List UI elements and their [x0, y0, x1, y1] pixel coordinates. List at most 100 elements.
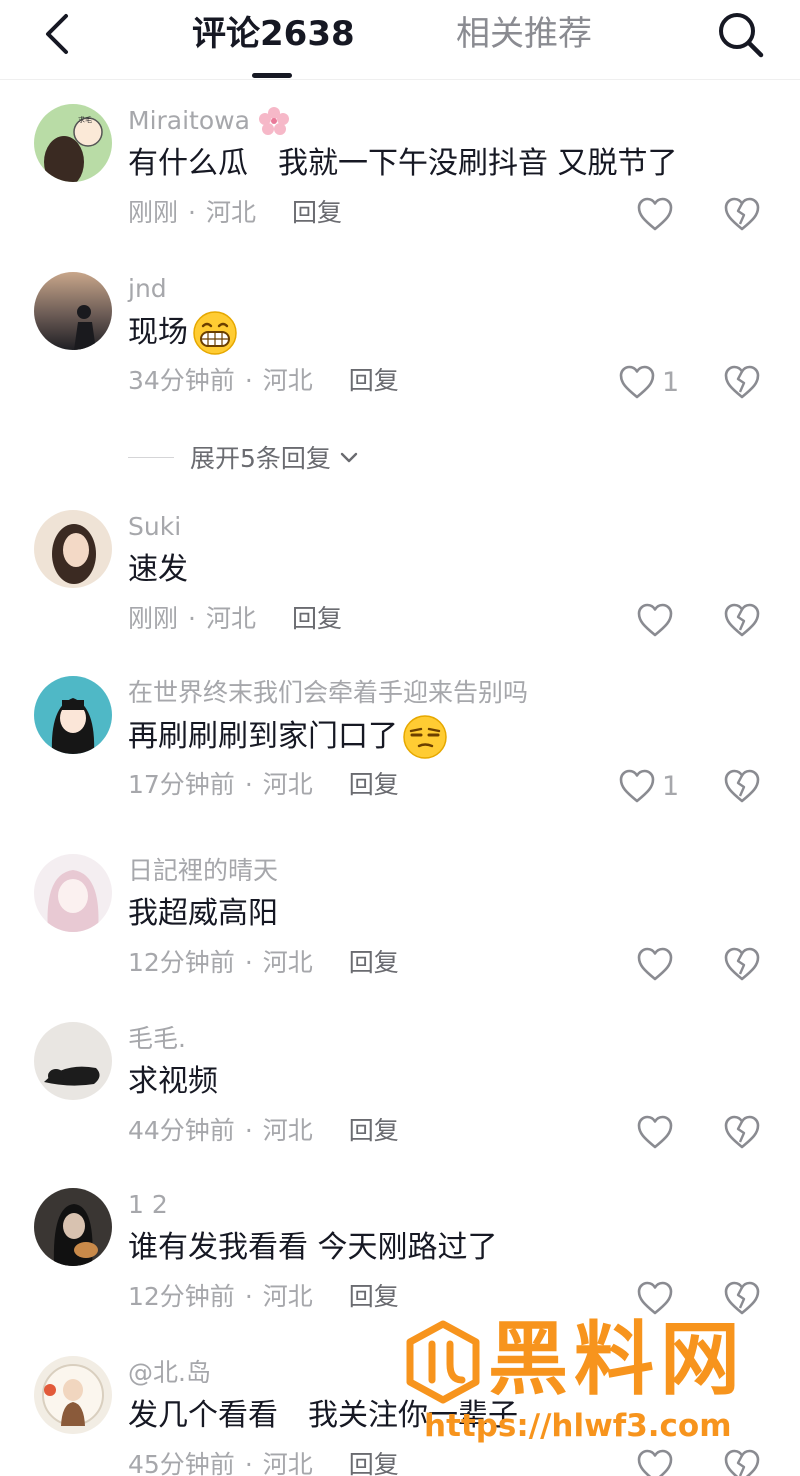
comment-meta: 17分钟前 · 河北 回复 — [128, 768, 399, 802]
reply-button[interactable]: 回复 — [292, 196, 342, 230]
heart-outline-icon — [637, 1281, 673, 1315]
like-button[interactable] — [636, 944, 680, 984]
reply-button[interactable]: 回复 — [349, 364, 399, 398]
comment-text: 我超威高阳 — [128, 896, 278, 931]
broken-heart-icon — [724, 947, 760, 981]
comment-meta: 12分钟前 · 河北 回复 — [128, 1280, 399, 1314]
grinning-emoji-icon — [193, 311, 237, 355]
like-button[interactable]: 1 — [618, 362, 679, 402]
comment-meta: 44分钟前 · 河北 回复 — [128, 1114, 399, 1148]
comment-username[interactable]: 日記裡的晴天 — [128, 854, 278, 888]
reply-button[interactable]: 回复 — [349, 1448, 399, 1476]
like-count: 1 — [662, 770, 680, 802]
top-bar: 评论2638 相关推荐 — [0, 0, 800, 80]
avatar[interactable] — [34, 272, 112, 350]
broken-heart-icon — [724, 603, 760, 637]
active-tab-indicator — [252, 73, 292, 78]
avatar[interactable] — [34, 510, 112, 588]
reply-button[interactable]: 回复 — [349, 946, 399, 980]
comment-username[interactable]: @北.岛 — [128, 1356, 211, 1390]
comment-meta: 34分钟前 · 河北 回复 — [128, 364, 399, 398]
dislike-button[interactable] — [722, 766, 762, 806]
comment-username[interactable]: 毛毛. — [128, 1022, 186, 1056]
broken-heart-icon — [724, 1115, 760, 1149]
expand-replies-label: 展开5条回复 — [190, 444, 331, 473]
comment-meta: 12分钟前 · 河北 回复 — [128, 946, 399, 980]
comment-text: 谁有发我看看 今天刚路过了 — [128, 1230, 498, 1265]
reply-button[interactable]: 回复 — [292, 602, 342, 636]
like-button[interactable] — [636, 1112, 680, 1152]
comment-meta: 45分钟前 · 河北 回复 — [128, 1448, 399, 1476]
comment-text: 再刷刷刷到家门口了 — [128, 714, 448, 760]
like-button[interactable] — [636, 194, 680, 234]
heart-outline-icon — [619, 365, 655, 399]
comment-username[interactable]: 在世界终末我们会牵着手迎来告别吗 — [128, 676, 528, 710]
comment-time: 17分钟前 — [128, 770, 235, 799]
broken-heart-icon — [724, 1281, 760, 1315]
comment-username[interactable]: Suki — [128, 510, 181, 544]
dislike-button[interactable] — [722, 1112, 762, 1152]
comment-location: 河北 — [262, 1282, 313, 1311]
expand-replies-button[interactable]: 展开5条回复 — [128, 440, 361, 474]
comment-location: 河北 — [262, 770, 313, 799]
like-count: 1 — [662, 366, 680, 398]
like-button[interactable]: 1 — [618, 766, 679, 806]
expand-line — [128, 456, 174, 458]
search-button[interactable] — [714, 8, 766, 60]
comment-location: 河北 — [262, 1116, 313, 1145]
broken-heart-icon — [724, 197, 760, 231]
comment-location: 河北 — [205, 604, 256, 633]
comment-time: 44分钟前 — [128, 1116, 235, 1145]
comment-time: 12分钟前 — [128, 948, 235, 977]
comment-text: 速发 — [128, 552, 188, 587]
watermark: 黑料网 https://hlwf3.com — [404, 1314, 784, 1460]
heart-outline-icon — [637, 947, 673, 981]
dislike-button[interactable] — [722, 362, 762, 402]
comment-text: 现场 — [128, 310, 238, 356]
comment-text: 有什么瓜 我就一下午没刷抖音 又脱节了 — [128, 146, 678, 181]
comment-username[interactable]: jnd — [128, 272, 167, 306]
broken-heart-icon — [724, 365, 760, 399]
reply-button[interactable]: 回复 — [349, 1280, 399, 1314]
comment-meta: 刚刚 · 河北 回复 — [128, 602, 342, 636]
comment-time: 刚刚 — [128, 604, 179, 633]
reply-button[interactable]: 回复 — [349, 1114, 399, 1148]
tab-comments[interactable]: 评论2638 — [192, 12, 355, 56]
heart-outline-icon — [619, 769, 655, 803]
comment-meta: 刚刚 · 河北 回复 — [128, 196, 342, 230]
chevron-down-icon — [340, 452, 358, 463]
avatar[interactable] — [34, 1356, 112, 1434]
avatar[interactable]: 求毛 — [34, 104, 112, 182]
dislike-button[interactable] — [722, 194, 762, 234]
avatar[interactable] — [34, 1188, 112, 1266]
broken-heart-icon — [724, 769, 760, 803]
tab-related[interactable]: 相关推荐 — [456, 12, 592, 56]
comment-location: 河北 — [262, 1450, 313, 1476]
comment-time: 45分钟前 — [128, 1450, 235, 1476]
dislike-button[interactable] — [722, 944, 762, 984]
comment-username[interactable]: Miraitowa — [128, 104, 290, 138]
reply-button[interactable]: 回复 — [349, 768, 399, 802]
dislike-button[interactable] — [722, 600, 762, 640]
comment-time: 刚刚 — [128, 198, 179, 227]
avatar[interactable] — [34, 854, 112, 932]
like-button[interactable] — [636, 1278, 680, 1318]
comment-time: 34分钟前 — [128, 366, 235, 395]
avatar[interactable] — [34, 1022, 112, 1100]
watermark-url: https://hlwf3.com — [424, 1408, 732, 1444]
like-button[interactable] — [636, 600, 680, 640]
flower-icon — [258, 107, 289, 135]
comment-username[interactable]: 1 2 — [128, 1188, 168, 1222]
comment-location: 河北 — [205, 198, 256, 227]
avatar[interactable] — [34, 676, 112, 754]
comment-text: 求视频 — [128, 1064, 218, 1099]
heart-outline-icon — [637, 197, 673, 231]
heart-outline-icon — [637, 603, 673, 637]
back-button[interactable] — [36, 12, 80, 56]
dislike-button[interactable] — [722, 1278, 762, 1318]
comment-location: 河北 — [262, 948, 313, 977]
search-icon — [719, 13, 764, 58]
unamused-emoji-icon — [403, 715, 447, 759]
watermark-title: 黑料网 — [488, 1313, 746, 1406]
comment-location: 河北 — [262, 366, 313, 395]
